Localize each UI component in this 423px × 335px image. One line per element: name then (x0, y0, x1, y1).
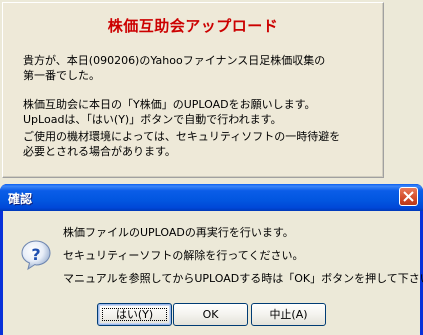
info-panel: 株価互助会アップロード 貴方が、本日(090206)のYahooファイナンス日足… (2, 2, 384, 178)
dialog-titlebar[interactable]: 確認 (0, 184, 423, 211)
close-button[interactable] (399, 187, 418, 206)
question-icon: ? (21, 240, 51, 271)
info-paragraph-1: 貴方が、本日(090206)のYahooファイナンス日足株価収集の 第一番でした… (23, 54, 326, 82)
dialog-message-3: マニュアルを参照してからUPLOADする時は「OK」ボタンを押して下さい。 (63, 272, 423, 285)
ok-button[interactable]: OK (173, 303, 248, 326)
dialog-title: 確認 (8, 192, 33, 206)
dialog-body: ? 株価ファイルのUPLOADの再実行を行います。 セキュリティーソフトの解除を… (3, 211, 423, 335)
svg-text:?: ? (31, 245, 40, 264)
close-icon (403, 191, 414, 202)
dialog-message-2: セキュリティーソフトの解除を行ってください。 (63, 249, 304, 262)
page-title: 株価互助会アップロード (107, 17, 279, 35)
cancel-button[interactable]: 中止(A) (251, 303, 326, 326)
yes-button[interactable]: はい(Y) (97, 303, 172, 326)
cancel-button-label: 中止(A) (269, 308, 308, 321)
confirm-dialog: 確認 ? 株価ファイルのUPLOADの再実行を行います。 セキュリティーソフトの… (0, 184, 423, 335)
info-paragraph-3: ご使用の機材環境によっては、セキュリティソフトの一時待避を 必要とされる場合があ… (23, 130, 341, 158)
ok-button-label: OK (202, 308, 219, 321)
info-paragraph-2: 株価互助会に本日の「Y株価」のUPLOADをお願いします。 UpLoadは、「は… (23, 98, 316, 126)
dialog-message-1: 株価ファイルのUPLOADの再実行を行います。 (63, 226, 294, 239)
focus-ring (102, 308, 167, 321)
